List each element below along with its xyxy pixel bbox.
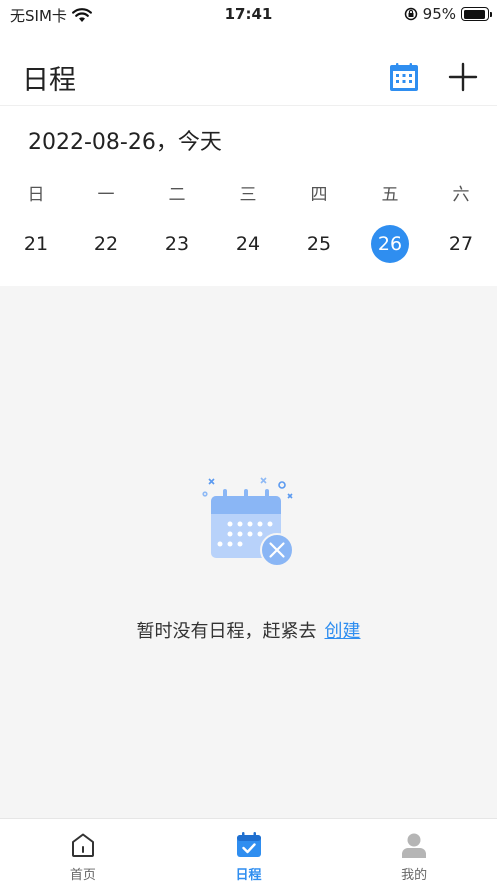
weekday-label: 日 [27, 185, 45, 205]
day-cell[interactable]: 27 [442, 225, 480, 263]
calendar-check-icon [236, 832, 261, 857]
schedule-content: 暂时没有日程，赶紧去 创建 [0, 286, 497, 818]
battery-percent: 95% [422, 5, 456, 23]
header: 日程 [0, 48, 497, 106]
day-cell[interactable]: 24 [229, 225, 267, 263]
orientation-lock-icon [404, 7, 417, 21]
weekday-label: 五 [381, 185, 399, 205]
create-link[interactable]: 创建 [325, 621, 361, 642]
empty-message-text: 暂时没有日程，赶紧去 [136, 621, 317, 642]
tab-bar: 首页 日程 我的 [0, 818, 497, 885]
day-row: 21 22 23 24 25 26 27 [0, 225, 497, 265]
tab-mine[interactable]: 我的 [331, 819, 497, 885]
weekday-label: 一 [97, 185, 115, 205]
add-icon[interactable] [446, 60, 480, 94]
weekday-row: 日一二三四五六 [0, 180, 497, 210]
weekday-label: 六 [452, 185, 470, 205]
home-icon [71, 833, 94, 857]
page-title: 日程 [22, 65, 76, 96]
weekday-label: 三 [239, 185, 257, 205]
day-cell[interactable]: 21 [17, 225, 55, 263]
status-right: 95% [404, 5, 492, 23]
user-icon [402, 833, 427, 858]
empty-message: 暂时没有日程，赶紧去 创建 [0, 617, 497, 643]
day-cell[interactable]: 23 [158, 225, 196, 263]
tab-schedule-label: 日程 [235, 868, 262, 883]
tab-home[interactable]: 首页 [0, 819, 166, 885]
weekday-label: 二 [168, 185, 186, 205]
week-strip: 日 一 二 三 四 五 六 21 22 23 24 25 26 27 [0, 180, 497, 265]
day-cell[interactable]: 25 [300, 225, 338, 263]
battery-icon [461, 7, 492, 21]
day-cell[interactable]: 22 [87, 225, 125, 263]
day-selected[interactable]: 26 [371, 225, 409, 263]
status-bar: 无SIM卡 17:41 95% [0, 0, 497, 30]
current-date: 2022-08-26，今天 [28, 130, 222, 155]
tab-mine-label: 我的 [401, 868, 428, 883]
battery-fill [463, 9, 486, 19]
tab-home-label: 首页 [69, 868, 96, 883]
weekday-label: 四 [310, 185, 328, 205]
calendar-icon[interactable] [389, 62, 419, 92]
empty-calendar-illustration [202, 477, 294, 567]
tab-schedule[interactable]: 日程 [166, 819, 332, 885]
